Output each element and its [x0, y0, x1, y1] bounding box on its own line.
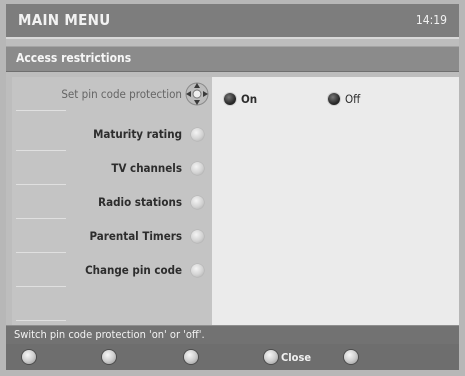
menu-item-parental-timers[interactable]: Parental Timers: [12, 219, 212, 253]
bullet-icon: [191, 162, 204, 175]
bullet-icon: [191, 264, 204, 277]
options-panel: On Off: [212, 77, 459, 325]
blue-key-icon[interactable]: [264, 350, 278, 364]
menu-item-radio-stations[interactable]: Radio stations: [12, 185, 212, 219]
red-key-icon[interactable]: [22, 350, 36, 364]
navigation-cursor-icon: [185, 82, 209, 106]
menu-empty-row: [12, 287, 212, 321]
option-on[interactable]: On: [224, 92, 257, 106]
option-off[interactable]: Off: [328, 92, 360, 106]
option-label: On: [241, 92, 258, 106]
option-label: Off: [345, 92, 361, 106]
tv-menu-window: MAIN MENU 14:19 Access restrictions Set …: [6, 4, 459, 370]
bullet-icon: [191, 196, 204, 209]
section-bar: Access restrictions: [6, 46, 459, 72]
yellow-key-icon[interactable]: [184, 350, 198, 364]
menu-item-label: Set pin code protection: [61, 87, 182, 101]
bullet-icon: [191, 230, 204, 243]
radio-selected-icon: [224, 93, 236, 105]
menu-item-label: TV channels: [111, 161, 182, 175]
clock: 14:19: [415, 13, 447, 27]
color-key-bar: Close: [6, 344, 459, 370]
row-divider: [16, 320, 66, 321]
menu-item-set-pin-code-protection[interactable]: Set pin code protection: [12, 77, 212, 111]
title-bar: MAIN MENU 14:19: [6, 4, 459, 39]
bullet-icon: [191, 128, 204, 141]
help-text: Switch pin code protection 'on' or 'off'…: [14, 328, 205, 341]
radio-icon: [328, 93, 340, 105]
menu-item-label: Change pin code: [85, 263, 182, 277]
option-key-icon[interactable]: [344, 350, 358, 364]
menu-item-change-pin-code[interactable]: Change pin code: [12, 253, 212, 287]
green-key-icon[interactable]: [102, 350, 116, 364]
help-bar: Switch pin code protection 'on' or 'off'…: [6, 325, 459, 344]
menu-item-label: Radio stations: [98, 195, 182, 209]
menu-item-tv-channels[interactable]: TV channels: [12, 151, 212, 185]
menu-list: Set pin code protection Maturity rating …: [12, 77, 212, 325]
menu-title: MAIN MENU: [18, 11, 111, 29]
menu-item-maturity-rating[interactable]: Maturity rating: [12, 117, 212, 151]
section-title: Access restrictions: [16, 51, 132, 65]
row-divider: [16, 110, 66, 111]
close-label[interactable]: Close: [281, 351, 311, 364]
menu-item-label: Maturity rating: [93, 127, 182, 141]
menu-item-label: Parental Timers: [89, 229, 182, 243]
